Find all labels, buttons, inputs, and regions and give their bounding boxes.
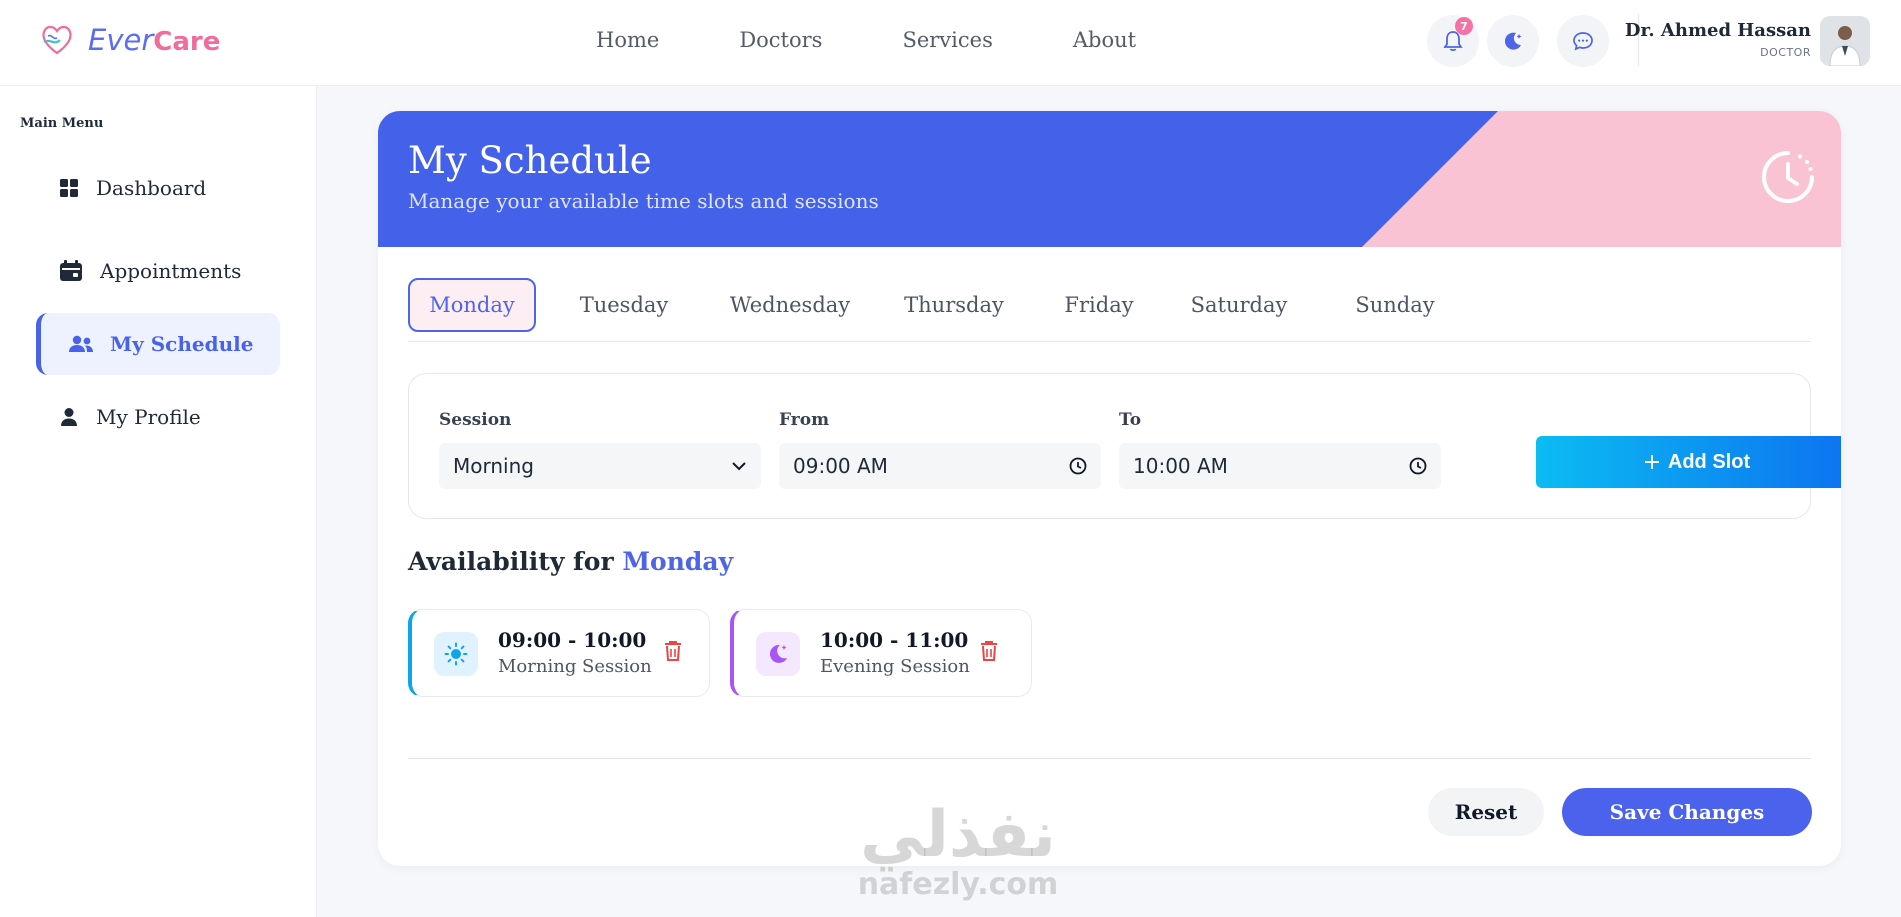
plus-icon	[1644, 455, 1659, 469]
tab-tuesday[interactable]: Tuesday	[560, 278, 688, 332]
nav-services[interactable]: Services	[902, 28, 992, 52]
calendar-icon	[60, 260, 82, 281]
messages-button[interactable]	[1557, 15, 1609, 67]
slot-session: Evening Session	[820, 656, 970, 677]
sidebar-item-appointments[interactable]: Appointments	[36, 240, 280, 302]
users-icon	[69, 335, 93, 352]
logo[interactable]: EverCare	[40, 20, 220, 60]
chat-icon	[1573, 32, 1593, 51]
sidebar-item-dashboard[interactable]: Dashboard	[36, 157, 280, 219]
session-select[interactable]: Morning	[439, 443, 761, 489]
to-label: To	[1119, 410, 1142, 430]
heart-logo-icon	[42, 25, 72, 55]
availability-heading: Availability for Monday	[408, 547, 733, 576]
nav-about[interactable]: About	[1073, 28, 1136, 52]
from-time-input[interactable]: 09:00 AM	[779, 443, 1101, 489]
from-time-value: 09:00 AM	[793, 454, 888, 478]
from-label: From	[779, 410, 830, 430]
main-nav: Home Doctors Services About	[596, 28, 1136, 52]
tab-saturday[interactable]: Saturday	[1170, 278, 1308, 332]
trash-icon[interactable]	[664, 640, 682, 662]
reset-button[interactable]: Reset	[1428, 788, 1544, 836]
availability-day: Monday	[622, 547, 734, 576]
moon-icon	[1504, 32, 1522, 50]
sidebar-title: Main Menu	[20, 116, 104, 131]
avatar[interactable]	[1820, 16, 1870, 66]
tab-wednesday[interactable]: Wednesday	[712, 278, 868, 332]
nav-home[interactable]: Home	[596, 28, 659, 52]
watermark: نفذلي nafezly.com	[848, 800, 1068, 900]
watermark-arabic: نفذلي	[860, 798, 1056, 872]
sidebar-item-label: My Schedule	[110, 332, 254, 356]
availability-prefix: Availability for	[408, 547, 614, 576]
day-tabs: Monday Tuesday Wednesday Thursday Friday…	[408, 278, 1811, 342]
add-slot-button[interactable]: Add Slot	[1536, 436, 1841, 488]
nav-doctors[interactable]: Doctors	[739, 28, 822, 52]
page-subtitle: Manage your available time slots and ses…	[408, 189, 879, 213]
sidebar: Main Menu Dashboard Appointments My Sche…	[0, 86, 317, 917]
chevron-down-icon	[732, 462, 746, 471]
add-slot-form: Session Morning From 09:00 AM To 10:00 A…	[408, 373, 1841, 519]
slot-session: Morning Session	[498, 656, 652, 677]
session-select-value: Morning	[453, 454, 534, 478]
slot-icon-box	[434, 632, 478, 676]
trash-icon[interactable]	[980, 640, 998, 662]
watermark-latin: nafezly.com	[857, 867, 1059, 902]
user-name: Dr. Ahmed Hassan	[1624, 20, 1811, 41]
session-label: Session	[439, 410, 512, 430]
theme-toggle-button[interactable]	[1487, 15, 1539, 67]
time-slot-card: 09:00 - 10:00 Morning Session	[408, 609, 710, 697]
tab-sunday[interactable]: Sunday	[1332, 278, 1458, 332]
notification-count-badge: 7	[1455, 17, 1473, 35]
clock-small-icon	[1069, 457, 1087, 475]
user-icon	[61, 408, 77, 426]
tab-monday[interactable]: Monday	[408, 278, 536, 332]
sidebar-item-my-profile[interactable]: My Profile	[36, 386, 280, 448]
footer-divider	[408, 758, 1811, 759]
notifications-button[interactable]: 7	[1427, 15, 1479, 67]
clock-small-icon	[1409, 457, 1427, 475]
grid-icon	[60, 179, 78, 197]
add-slot-label: Add Slot	[1667, 450, 1751, 473]
to-time-input[interactable]: 10:00 AM	[1119, 443, 1441, 489]
brand-ever: Ever	[88, 23, 154, 57]
page-title: My Schedule	[408, 139, 652, 182]
schedule-card: My Schedule Manage your available time s…	[378, 111, 1841, 866]
sidebar-item-label: Dashboard	[96, 176, 207, 200]
sun-icon	[444, 642, 468, 666]
doctor-avatar-image	[1820, 16, 1870, 66]
user-role: DOCTOR	[1760, 46, 1811, 59]
brand-care: Care	[153, 27, 221, 57]
save-changes-button[interactable]: Save Changes	[1562, 788, 1812, 836]
slot-time: 09:00 - 10:00	[498, 628, 647, 652]
to-time-value: 10:00 AM	[1133, 454, 1228, 478]
slot-icon-box	[756, 632, 800, 676]
slot-time: 10:00 - 11:00	[820, 628, 969, 652]
sidebar-item-label: My Profile	[96, 405, 201, 429]
sidebar-item-my-schedule[interactable]: My Schedule	[36, 313, 280, 375]
page-header: My Schedule Manage your available time s…	[378, 111, 1841, 247]
brand-name: EverCare	[88, 23, 220, 57]
time-slot-card: 10:00 - 11:00 Evening Session	[730, 609, 1032, 697]
tab-thursday[interactable]: Thursday	[884, 278, 1024, 332]
top-bar: EverCare Home Doctors Services About 7 D…	[0, 0, 1901, 86]
sidebar-item-label: Appointments	[100, 259, 242, 283]
tab-friday[interactable]: Friday	[1044, 278, 1154, 332]
clock-icon	[1762, 151, 1814, 203]
moon-icon	[769, 644, 787, 663]
